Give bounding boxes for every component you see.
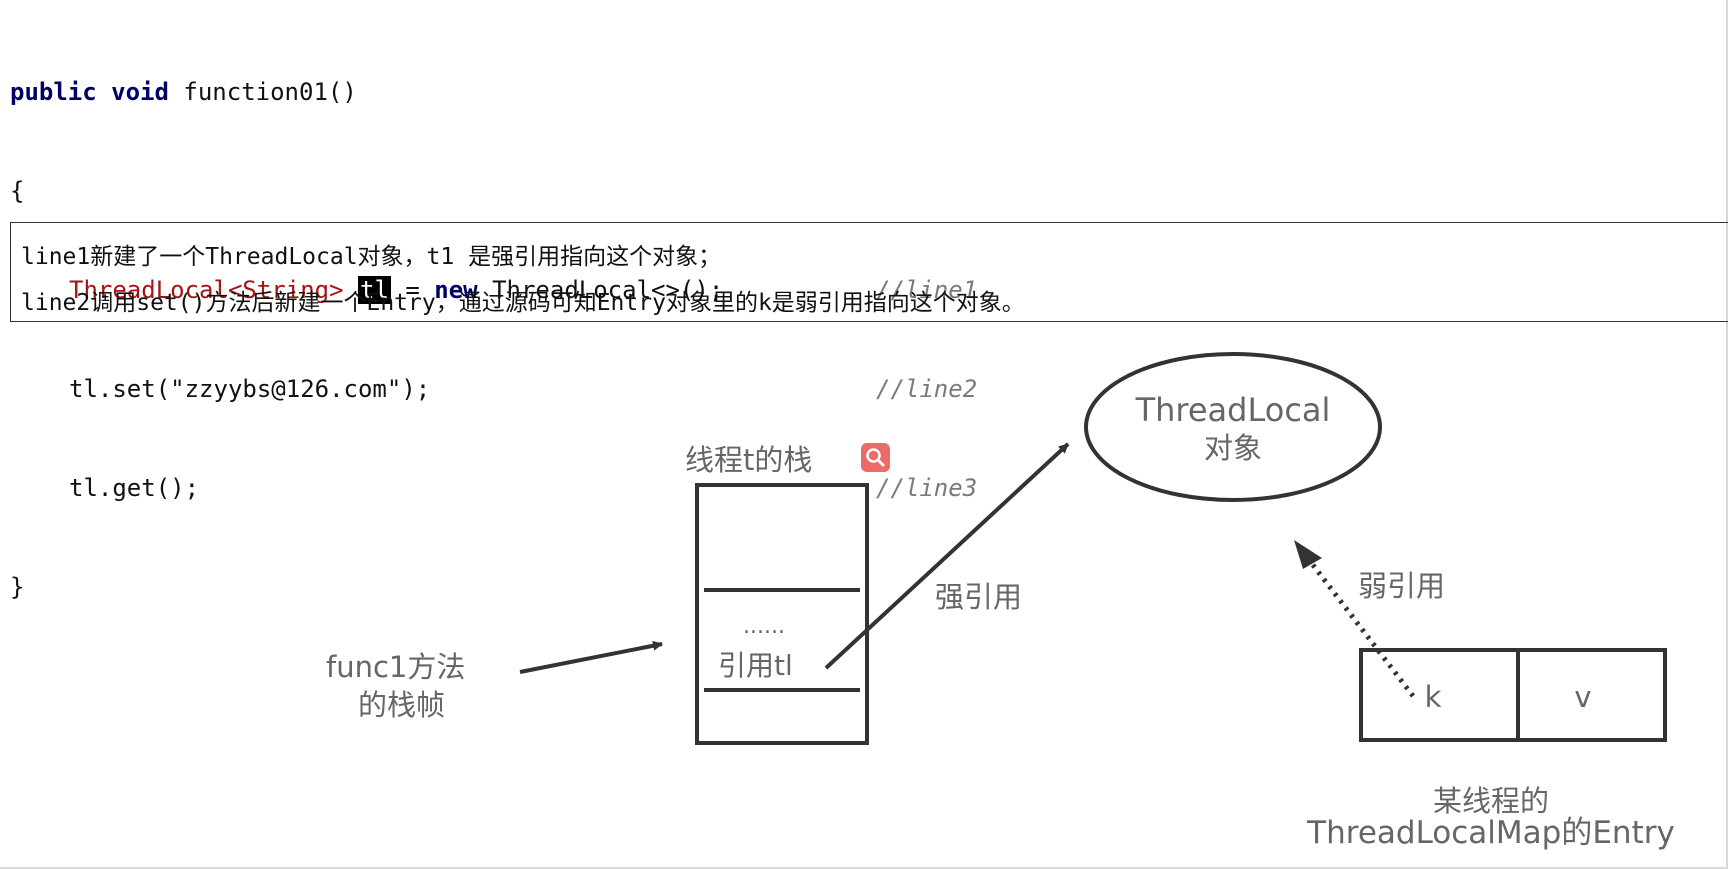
weak-reference-label: 弱引用 [1358,569,1445,603]
stack-frame-arrow [519,640,663,674]
stack-ellipsis: ...... [743,614,785,639]
entry-caption-1: 某线程的 [1433,784,1549,818]
explanation-box: line1新建了一个ThreadLocal对象，t1 是强引用指向这个对象； l… [10,222,1728,322]
code-method-name: function01() [168,78,357,106]
code-line-signature: public void function01() [10,76,723,109]
stack-ref-label: 引用tl [718,649,793,682]
explanation-line-2: line2调用set()方法后新建一个Entry，通过源码可知Entry对象里的… [21,290,1025,316]
explanation-line-1: line1新建了一个ThreadLocal对象，t1 是强引用指向这个对象； [21,244,722,270]
stack-frame-label-1: func1方法 [326,650,465,684]
strong-reference-label: 强引用 [935,580,1022,614]
entry-caption-2: ThreadLocalMap的Entry [1306,815,1675,851]
code-open-brace: { [10,177,25,205]
entry-value: v [1574,680,1591,714]
threadlocal-object-label-2: 对象 [1204,431,1262,465]
image-search-button[interactable] [861,443,890,472]
weak-reference-arrowhead [1294,540,1322,569]
stack-frame-label-2: 的栈帧 [358,688,445,722]
strong-reference-arrow [824,442,1070,670]
entry-key: k [1425,680,1442,714]
threadlocal-object-label-1: ThreadLocal [1135,391,1331,429]
stack-title: 线程t的栈 [685,443,812,477]
code-keyword-public-void: public void [10,78,169,106]
search-icon [866,448,885,467]
reference-diagram: 线程t的栈 ...... 引用tl func1方法 的栈帧 强引用 Thread… [326,352,1675,851]
entry-box [1359,648,1667,742]
